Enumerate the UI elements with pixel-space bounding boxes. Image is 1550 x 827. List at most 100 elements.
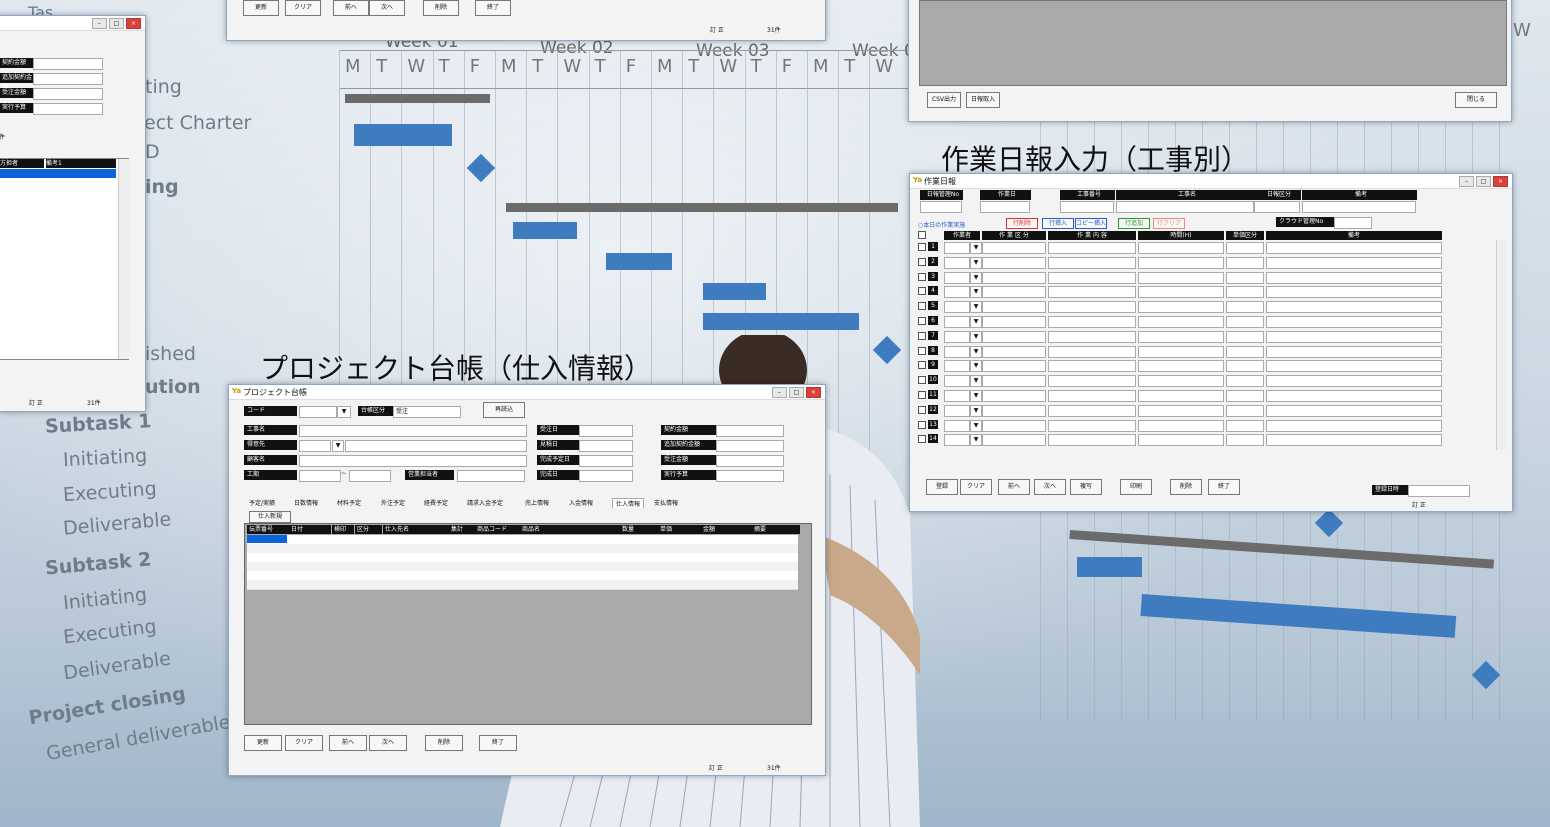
minimize-icon[interactable]: – bbox=[1459, 176, 1474, 187]
worker-dropdown-icon[interactable]: ▼ bbox=[970, 301, 982, 314]
row-action-button[interactable]: 行クリア bbox=[1153, 218, 1185, 229]
grid-cell[interactable] bbox=[1226, 390, 1264, 402]
row-checkbox[interactable] bbox=[918, 257, 926, 266]
grid-cell[interactable] bbox=[1226, 256, 1264, 269]
date-field[interactable] bbox=[579, 455, 633, 467]
grid-cell[interactable] bbox=[1226, 316, 1264, 328]
period-start-field[interactable] bbox=[299, 470, 341, 482]
worker-name-field[interactable] bbox=[982, 434, 1046, 447]
toolbar-button[interactable]: 終了 bbox=[479, 735, 517, 751]
toolbar-button[interactable]: 更新 bbox=[243, 0, 279, 16]
reload-button[interactable]: 再読込 bbox=[483, 402, 525, 418]
toolbar-button[interactable]: 次へ bbox=[369, 735, 407, 751]
worker-name-field[interactable] bbox=[982, 330, 1046, 343]
client-name-field[interactable] bbox=[299, 455, 527, 467]
grid-cell[interactable] bbox=[1226, 242, 1264, 254]
amount-field[interactable] bbox=[716, 425, 784, 437]
grid-cell[interactable] bbox=[1226, 434, 1264, 447]
tab[interactable]: 外注予定 bbox=[381, 498, 405, 507]
worker-dropdown-icon[interactable]: ▼ bbox=[970, 330, 982, 343]
row-checkbox[interactable] bbox=[918, 420, 926, 429]
toolbar-button[interactable]: 削除 bbox=[425, 735, 463, 751]
toolbar-button[interactable]: 削除 bbox=[423, 0, 459, 16]
worker-name-field[interactable] bbox=[982, 345, 1046, 358]
grid-cell[interactable] bbox=[1048, 404, 1136, 417]
grid-cell[interactable] bbox=[1266, 330, 1442, 343]
grid-cell[interactable] bbox=[1048, 345, 1136, 358]
grid-cell[interactable] bbox=[1266, 419, 1442, 432]
worker-dropdown-icon[interactable]: ▼ bbox=[970, 345, 982, 358]
grid-cell[interactable] bbox=[1048, 271, 1136, 284]
registered-at-field[interactable] bbox=[1408, 485, 1470, 497]
header-field[interactable] bbox=[1060, 201, 1114, 213]
worker-code-field[interactable] bbox=[944, 434, 970, 447]
amount-field[interactable] bbox=[716, 470, 784, 482]
maximize-icon[interactable]: □ bbox=[789, 387, 804, 398]
date-field[interactable] bbox=[579, 440, 633, 452]
customer-dropdown-icon[interactable]: ▼ bbox=[332, 440, 344, 452]
worker-code-field[interactable] bbox=[944, 345, 970, 358]
maximize-icon[interactable]: □ bbox=[109, 18, 124, 29]
worker-dropdown-icon[interactable]: ▼ bbox=[970, 360, 982, 373]
scrollbar[interactable] bbox=[1496, 240, 1505, 450]
toolbar-button[interactable]: 終了 bbox=[475, 0, 511, 16]
grid-cell[interactable] bbox=[1266, 375, 1442, 388]
grid-cell[interactable] bbox=[1048, 434, 1136, 447]
minimize-icon[interactable]: – bbox=[92, 18, 107, 29]
worker-code-field[interactable] bbox=[944, 360, 970, 373]
worker-dropdown-icon[interactable]: ▼ bbox=[970, 242, 982, 254]
row-checkbox[interactable] bbox=[918, 376, 926, 385]
amount-field[interactable] bbox=[716, 440, 784, 452]
tab[interactable]: 売上情報 bbox=[525, 498, 549, 507]
toolbar-button[interactable]: 次へ bbox=[369, 0, 405, 16]
worker-name-field[interactable] bbox=[982, 419, 1046, 432]
grid-cell[interactable] bbox=[1138, 301, 1224, 314]
period-end-field[interactable] bbox=[349, 470, 391, 482]
grid-cell[interactable] bbox=[1266, 404, 1442, 417]
worker-name-field[interactable] bbox=[982, 404, 1046, 417]
additional-amount-field[interactable] bbox=[33, 73, 103, 85]
header-field[interactable] bbox=[1116, 201, 1254, 213]
row-action-button[interactable]: 行追加 bbox=[1118, 218, 1150, 229]
customer-name-field[interactable] bbox=[345, 440, 527, 452]
grid-cell[interactable] bbox=[1266, 345, 1442, 358]
grid-cell[interactable] bbox=[1138, 360, 1224, 373]
grid-cell[interactable] bbox=[1266, 390, 1442, 402]
header-field[interactable] bbox=[1254, 201, 1300, 213]
toolbar-button[interactable]: クリア bbox=[285, 735, 323, 751]
grid-cell[interactable] bbox=[1048, 286, 1136, 299]
grid-cell[interactable] bbox=[1138, 390, 1224, 402]
toolbar-button[interactable]: 前へ bbox=[333, 0, 369, 16]
grid-cell[interactable] bbox=[1226, 375, 1264, 388]
code-dropdown-icon[interactable]: ▼ bbox=[337, 406, 351, 418]
grid-cell[interactable] bbox=[1138, 419, 1224, 432]
row-checkbox[interactable] bbox=[918, 331, 926, 340]
row-checkbox[interactable] bbox=[918, 302, 926, 311]
grid-cell[interactable] bbox=[1226, 404, 1264, 417]
worker-dropdown-icon[interactable]: ▼ bbox=[970, 286, 982, 299]
grid-cell[interactable] bbox=[1266, 316, 1442, 328]
toolbar-button[interactable]: 前へ bbox=[329, 735, 367, 751]
budget-field[interactable] bbox=[33, 103, 103, 115]
tab[interactable]: 予定/実績 bbox=[249, 498, 275, 507]
worker-name-field[interactable] bbox=[982, 242, 1046, 254]
grid-cell[interactable] bbox=[1226, 419, 1264, 432]
scrollbar[interactable] bbox=[118, 159, 129, 359]
purchase-grid[interactable]: 伝票番号 日付 検印 区分 仕入先名 集計 商品コード 商品名 数量 単価 金額 摘要 bbox=[244, 523, 812, 725]
row-checkbox[interactable] bbox=[918, 243, 926, 251]
grid-cell[interactable] bbox=[1266, 286, 1442, 299]
grid-cell[interactable] bbox=[1048, 360, 1136, 373]
toolbar-button[interactable]: 削除 bbox=[1170, 479, 1202, 495]
worker-code-field[interactable] bbox=[944, 419, 970, 432]
worker-name-field[interactable] bbox=[982, 271, 1046, 284]
close-icon[interactable]: × bbox=[1493, 176, 1508, 187]
grid-cell[interactable] bbox=[1226, 360, 1264, 373]
header-field[interactable] bbox=[980, 201, 1030, 213]
customer-code-field[interactable] bbox=[299, 440, 331, 452]
row-checkbox[interactable] bbox=[918, 405, 926, 414]
grid-cell[interactable] bbox=[1048, 242, 1136, 254]
grid-cell[interactable] bbox=[1138, 256, 1224, 269]
row-checkbox[interactable] bbox=[918, 435, 926, 444]
row-action-button[interactable]: コピー挿入 bbox=[1075, 218, 1107, 229]
maximize-icon[interactable]: □ bbox=[1476, 176, 1491, 187]
